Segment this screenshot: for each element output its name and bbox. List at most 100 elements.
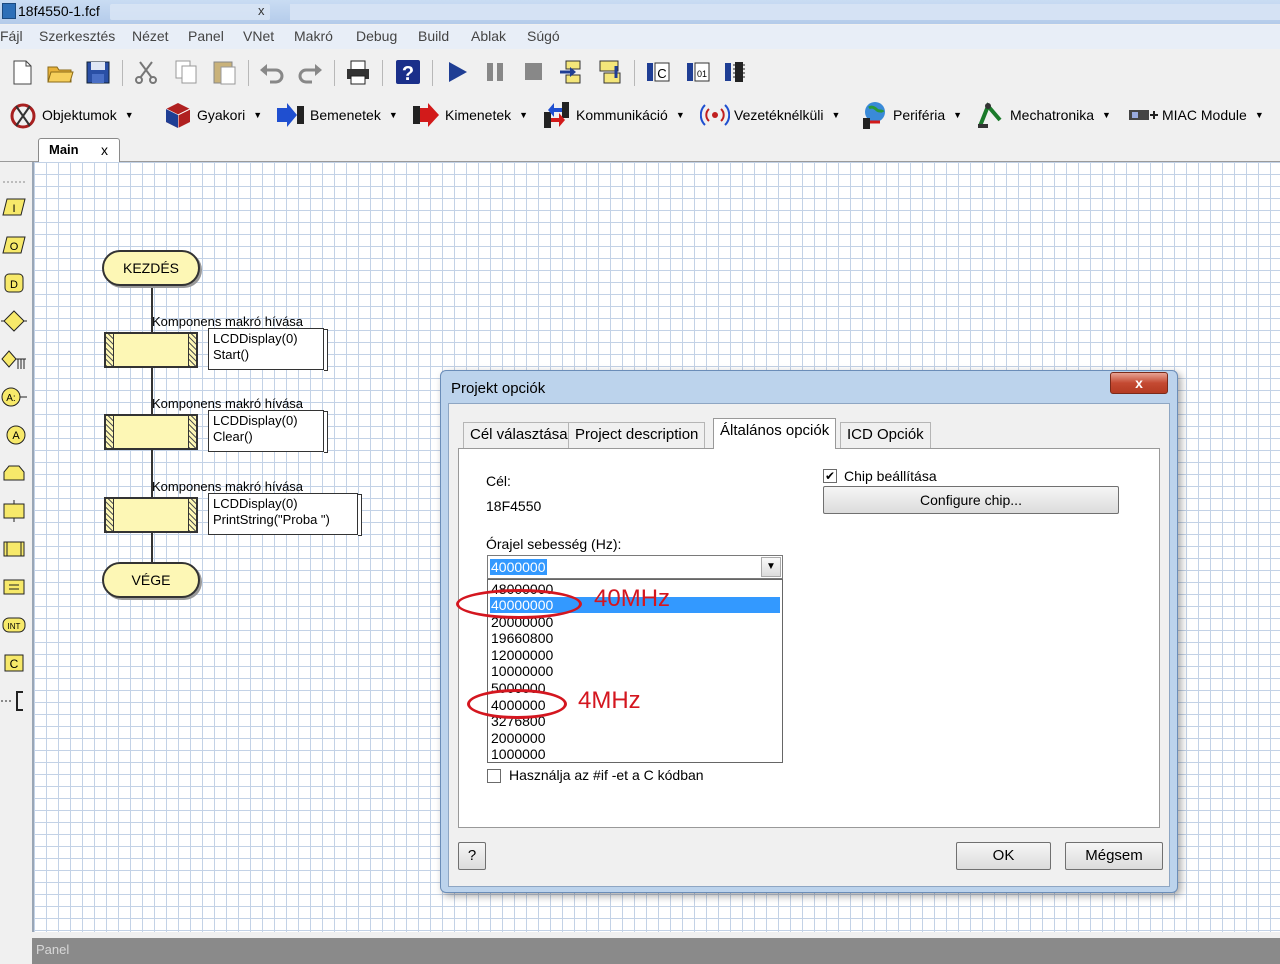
svg-text:C: C <box>10 657 19 671</box>
miac-module-dropdown[interactable]: MIAC Module ▼ <box>1128 98 1264 132</box>
list-item[interactable]: 1000000 <box>490 746 780 762</box>
svg-text:A: A <box>12 430 20 442</box>
compile-hex-icon[interactable]: 01 <box>684 58 712 86</box>
outputs-dropdown[interactable]: Kimenetek ▼ <box>411 98 528 132</box>
dialog-body: Cél választása Project description ICD O… <box>448 403 1170 887</box>
peripheral-dropdown[interactable]: Periféria ▼ <box>859 98 962 132</box>
chevron-down-icon[interactable]: ▼ <box>761 557 781 577</box>
objects-dropdown[interactable]: Objektumok ▼ <box>8 98 134 132</box>
tab-close-icon[interactable]: x <box>101 142 108 158</box>
calculation-icon[interactable]: A: <box>1 384 27 410</box>
run-icon[interactable] <box>444 58 472 86</box>
wireless-dropdown[interactable]: Vezetéknélküli ▼ <box>699 98 840 132</box>
macro-icon[interactable] <box>1 498 27 524</box>
menu-debug[interactable]: Debug <box>356 28 397 44</box>
c-code-icon[interactable]: C <box>1 650 27 676</box>
menu-help[interactable]: Súgó <box>527 28 560 44</box>
dialog-help-button[interactable]: ? <box>458 842 486 870</box>
inputs-dropdown[interactable]: Bemenetek ▼ <box>276 98 398 132</box>
tab-icd-options[interactable]: ICD Opciók <box>840 422 931 448</box>
comment-icon[interactable] <box>1 688 27 714</box>
annotation-4mhz: 4MHz <box>578 687 641 714</box>
cancel-button[interactable]: Mégsem <box>1065 842 1163 870</box>
open-folder-icon[interactable] <box>46 58 74 86</box>
communication-dropdown[interactable]: Kommunikáció ▼ <box>542 98 685 132</box>
macro-call-box <box>104 497 198 533</box>
inputs-icon <box>276 100 306 130</box>
svg-text:O: O <box>10 241 19 253</box>
help-icon[interactable]: ? <box>394 58 422 86</box>
input-icon[interactable]: I <box>1 194 27 220</box>
configure-chip-button[interactable]: Configure chip... <box>823 486 1119 514</box>
redo-icon[interactable] <box>296 58 324 86</box>
window-title: 18f4550-1.fcf <box>18 3 100 19</box>
compile-c-icon[interactable]: C <box>644 58 672 86</box>
list-item[interactable]: 12000000 <box>490 647 780 663</box>
clock-speed-combobox[interactable]: 4000000 ▼ <box>487 555 783 579</box>
component-call-icon[interactable] <box>1 536 27 562</box>
menu-edit[interactable]: Szerkesztés <box>39 28 115 44</box>
menu-panel[interactable]: Panel <box>188 28 224 44</box>
stop-icon[interactable] <box>520 58 548 86</box>
list-item[interactable]: 19660800 <box>490 630 780 646</box>
ifdef-checkbox[interactable] <box>487 769 501 783</box>
output-icon[interactable]: O <box>1 232 27 258</box>
component-macro-icon[interactable]: A <box>1 422 27 448</box>
chip-setting-label: Chip beállítása <box>844 468 937 484</box>
macro-call-note: LCDDisplay(0) Clear() <box>208 410 328 453</box>
svg-text:A:: A: <box>6 393 15 404</box>
communication-icon <box>542 100 572 130</box>
menu-file[interactable]: Fájl <box>0 28 23 44</box>
panel-label: Panel <box>36 942 70 957</box>
menu-vnet[interactable]: VNet <box>243 28 274 44</box>
common-dropdown[interactable]: Gyakori ▼ <box>163 98 262 132</box>
macro-call-note: LCDDisplay(0) PrintString("Proba ") <box>208 493 362 536</box>
svg-text:?: ? <box>402 63 414 85</box>
title-tab-close-icon[interactable]: x <box>258 3 265 18</box>
peripheral-icon <box>859 100 889 130</box>
list-item[interactable]: 2000000 <box>490 730 780 746</box>
project-options-dialog: Projekt opciók x Cél választása Project … <box>440 370 1178 893</box>
clock-speed-value[interactable]: 4000000 <box>490 559 547 575</box>
tab-main-label: Main <box>49 142 79 157</box>
miac-module-icon <box>1128 100 1158 130</box>
copy-icon[interactable] <box>172 58 200 86</box>
wireless-icon <box>699 100 731 130</box>
ok-button[interactable]: OK <box>956 842 1051 870</box>
general-options-panel: Cél: 18F4550 Órajel sebesség (Hz): 40000… <box>458 448 1160 828</box>
step-into-icon[interactable] <box>558 58 586 86</box>
palette-grip[interactable] <box>1 172 27 183</box>
mechatronics-dropdown[interactable]: Mechatronika ▼ <box>976 98 1111 132</box>
print-icon[interactable] <box>344 58 372 86</box>
switch-icon[interactable] <box>1 346 27 372</box>
list-item[interactable]: 10000000 <box>490 663 780 679</box>
tab-main[interactable]: Main x <box>38 138 120 162</box>
menu-build[interactable]: Build <box>418 28 449 44</box>
ifdef-label: Használja az #if -et a C kódban <box>509 767 704 783</box>
tab-general-options[interactable]: Általános opciók <box>713 418 837 449</box>
chip-setting-checkbox[interactable]: ✔ <box>823 469 837 483</box>
menu-window[interactable]: Ablak <box>471 28 506 44</box>
save-icon[interactable] <box>84 58 112 86</box>
paste-icon[interactable] <box>210 58 238 86</box>
step-over-icon[interactable] <box>596 58 624 86</box>
tab-target-selection[interactable]: Cél választása <box>463 422 575 448</box>
new-file-icon[interactable] <box>8 58 36 86</box>
document-tabs: Main x <box>0 134 1280 162</box>
interrupt-icon[interactable]: INT <box>1 612 27 638</box>
tab-project-description[interactable]: Project description <box>568 422 706 448</box>
loop-icon[interactable] <box>1 460 27 486</box>
start-terminal[interactable]: KEZDÉS <box>102 250 200 286</box>
end-terminal[interactable]: VÉGE <box>102 562 200 598</box>
undo-icon[interactable] <box>258 58 286 86</box>
cut-icon[interactable] <box>132 58 160 86</box>
dialog-close-icon[interactable]: x <box>1110 372 1168 394</box>
menu-view[interactable]: Nézet <box>132 28 169 44</box>
menu-macro[interactable]: Makró <box>294 28 333 44</box>
delay-icon[interactable]: D <box>1 270 27 296</box>
chip-program-icon[interactable] <box>722 58 750 86</box>
pause-icon[interactable] <box>482 58 510 86</box>
decision-icon[interactable] <box>1 308 27 334</box>
macro-call-box <box>104 414 198 450</box>
calculation-box-icon[interactable] <box>1 574 27 600</box>
